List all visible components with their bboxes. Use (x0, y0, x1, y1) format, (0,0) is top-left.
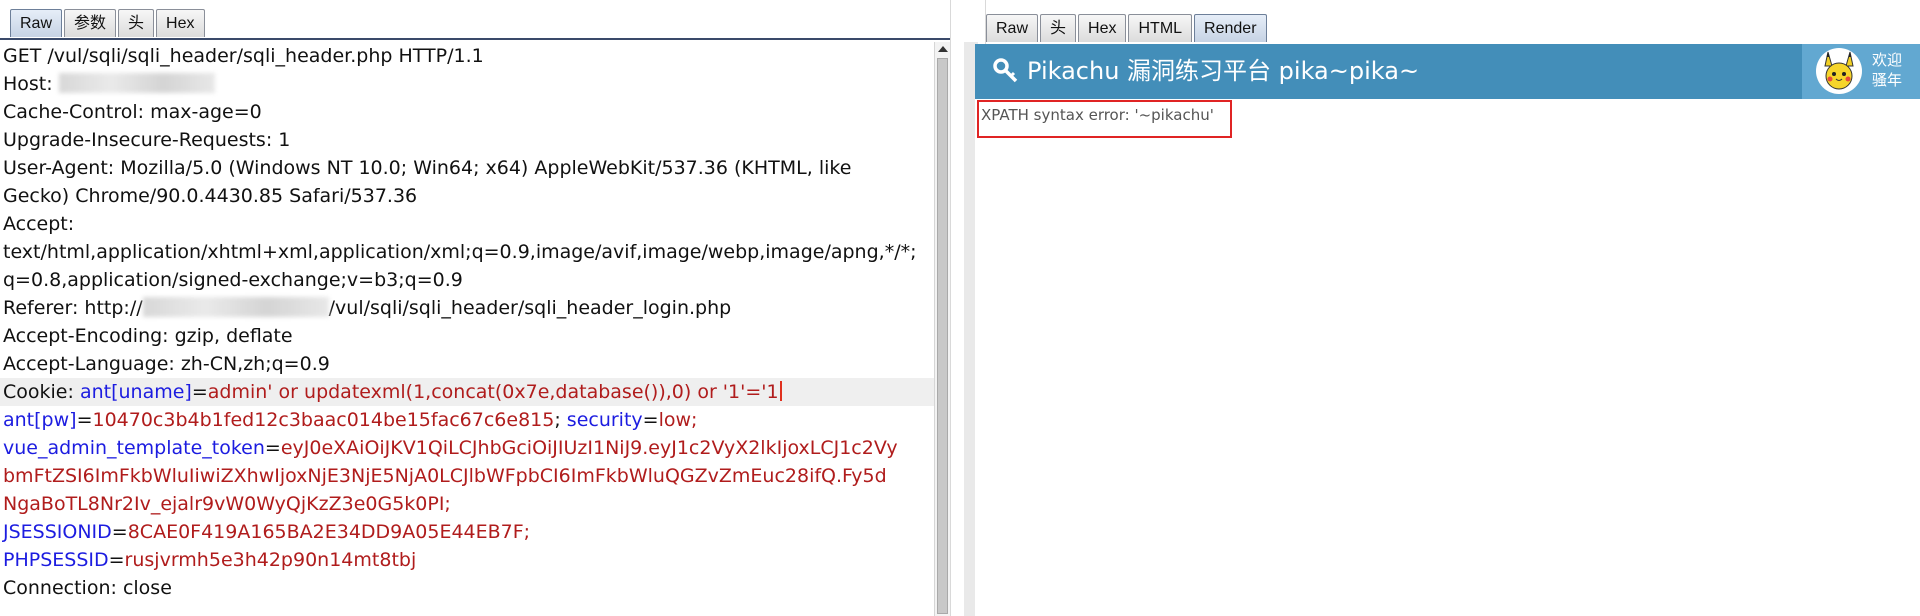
response-tabbar: Raw 头 Hex HTML Render (986, 0, 1920, 42)
render-pane: Pikachu 漏洞练习平台 pika~pika~ 欢迎 骚年 XPATH sy… (975, 44, 1920, 616)
tab-hex-response[interactable]: Hex (1078, 14, 1127, 42)
xpath-error-message: XPATH syntax error: '~pikachu' (977, 100, 1232, 138)
redacted-host (58, 73, 215, 93)
cookie-token-cont2: NgaBoTL8Nr2Iv_ejalr9vW0WyQjKzZ3e0G5k0PI; (3, 493, 451, 515)
tab-headers[interactable]: 头 (118, 9, 155, 37)
request-scrollbar[interactable] (934, 42, 950, 616)
request-editor[interactable]: GET /vul/sqli/sqli_header/sqli_header.ph… (0, 42, 934, 616)
cookie-header: Cookie: ant[uname]=admin' or updatexml(1… (0, 378, 934, 406)
scroll-thumb[interactable] (937, 58, 948, 614)
tab-raw-response[interactable]: Raw (986, 14, 1039, 42)
request-line: GET /vul/sqli/sqli_header/sqli_header.ph… (3, 45, 484, 67)
tab-html-response[interactable]: HTML (1128, 14, 1193, 42)
key-icon (993, 57, 1019, 87)
tab-render-response[interactable]: Render (1194, 14, 1267, 42)
connection-header: Connection: close (3, 577, 172, 599)
referer-header: Referer: http:///vul/sqli/sqli_header/sq… (3, 297, 732, 319)
accept-header-cont2: q=0.8,application/signed-exchange;v=b3;q… (3, 269, 463, 291)
cookie-jsessionid: JSESSIONID=8CAE0F419A165BA2E34DD9A05E44E… (3, 521, 531, 543)
request-tabbar: Raw 参数 头 Hex (0, 0, 950, 40)
host-header: Host: (0, 70, 934, 98)
cookie-token: vue_admin_template_token=eyJ0eXAiOiJKV1Q… (3, 437, 898, 459)
cookie-phpsessid: PHPSESSID=rusjvrmh5e3h42p90n14mt8tbj (3, 549, 417, 571)
cookie-pw: ant[pw]=10470c3b4b1fed12c3baac014be15fac… (3, 409, 698, 431)
cache-control-header: Cache-Control: max-age=0 (3, 101, 262, 123)
user-box[interactable]: 欢迎 骚年 (1802, 44, 1920, 99)
redacted-referer-host (142, 297, 329, 317)
welcome-text: 欢迎 骚年 (1872, 51, 1903, 89)
tab-params[interactable]: 参数 (64, 9, 117, 37)
brand[interactable]: Pikachu 漏洞练习平台 pika~pika~ (993, 44, 1419, 99)
tab-hex[interactable]: Hex (156, 9, 205, 37)
tab-raw[interactable]: Raw (10, 9, 63, 37)
sqli-payload: admin' or updatexml(1,concat(0x7e,databa… (207, 381, 779, 403)
accept-header: Accept: (3, 213, 75, 235)
accept-language-header: Accept-Language: zh-CN,zh;q=0.9 (3, 353, 330, 375)
upgrade-header: Upgrade-Insecure-Requests: 1 (3, 129, 291, 151)
scroll-up-icon[interactable] (938, 46, 948, 52)
accept-header-cont: text/html,application/xhtml+xml,applicat… (3, 241, 917, 263)
user-agent-header-cont: Gecko) Chrome/90.0.4430.85 Safari/537.36 (3, 185, 418, 207)
tab-headers-response[interactable]: 头 (1040, 14, 1077, 42)
accept-encoding-header: Accept-Encoding: gzip, deflate (3, 325, 293, 347)
brand-title: Pikachu 漏洞练习平台 pika~pika~ (1027, 57, 1420, 85)
pikachu-avatar (1816, 48, 1862, 94)
cookie-token-cont: bmFtZSI6ImFkbWluIiwiZXhwIjoxNjE3NjE5NjA0… (3, 465, 887, 487)
pikachu-navbar: Pikachu 漏洞练习平台 pika~pika~ 欢迎 骚年 (975, 44, 1920, 99)
text-cursor (779, 381, 782, 401)
user-agent-header: User-Agent: Mozilla/5.0 (Windows NT 10.0… (3, 157, 852, 179)
